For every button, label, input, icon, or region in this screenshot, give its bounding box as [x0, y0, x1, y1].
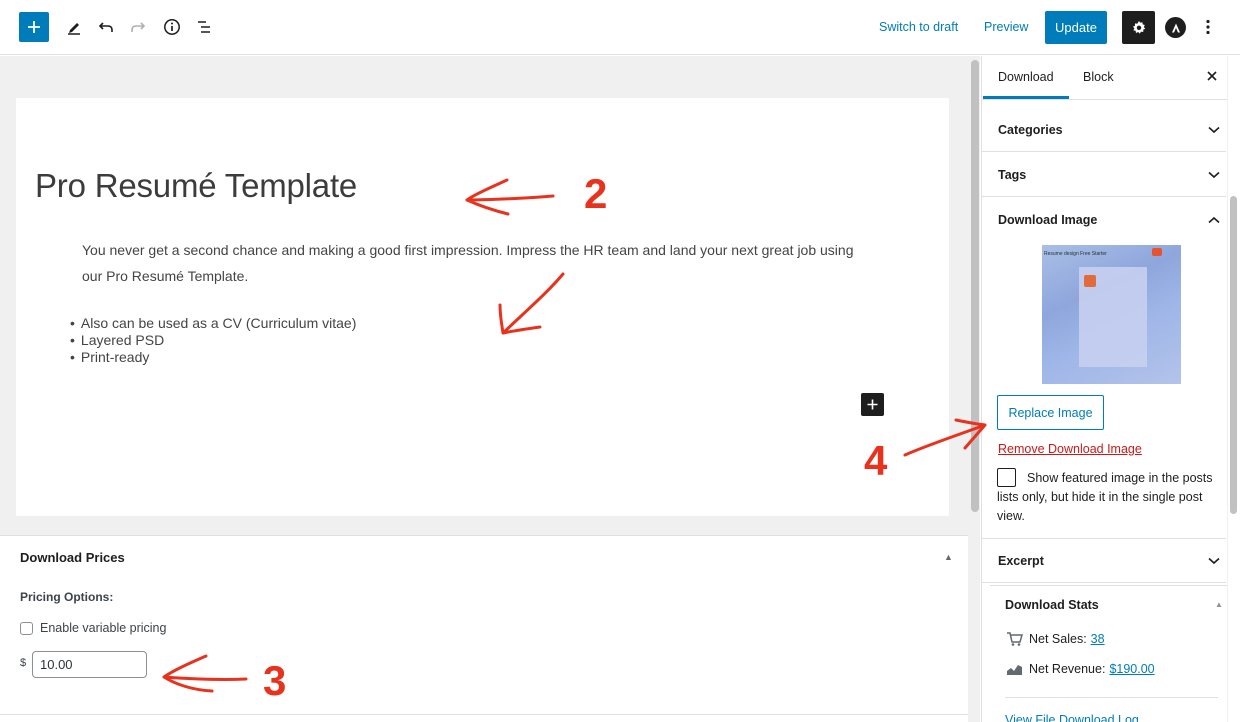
close-sidebar-button[interactable]: [1207, 68, 1217, 85]
net-revenue-label: Net Revenue:: [1029, 662, 1106, 676]
thumbnail-caption: Resume design Free Starter: [1044, 251, 1107, 257]
stats-divider: [1005, 697, 1218, 698]
tab-block[interactable]: Block: [1083, 70, 1114, 84]
list-view-icon: [198, 21, 210, 33]
variable-pricing-label[interactable]: Enable variable pricing: [40, 621, 166, 635]
metabox-divider: [0, 714, 968, 715]
chevron-up-icon[interactable]: [1207, 213, 1221, 227]
astra-icon: [1171, 23, 1180, 32]
astra-settings-button[interactable]: [1165, 17, 1186, 38]
annotation-number-2: 2: [584, 170, 608, 217]
undo-button[interactable]: [90, 12, 122, 42]
net-revenue-link[interactable]: $190.00: [1109, 662, 1154, 676]
redo-icon: [131, 22, 146, 32]
gear-icon: [1132, 20, 1145, 34]
list-view-button[interactable]: [188, 12, 220, 42]
chevron-down-icon[interactable]: [1207, 554, 1221, 568]
chevron-down-icon[interactable]: [1207, 168, 1221, 182]
categories-panel-title[interactable]: Categories: [998, 123, 1063, 137]
switch-to-draft-button[interactable]: Switch to draft: [879, 20, 958, 34]
collapse-caret-icon[interactable]: ▲: [944, 552, 953, 562]
annotation-number-3: 3: [263, 657, 287, 704]
pencil-icon: [68, 23, 80, 35]
close-icon: [1207, 71, 1217, 81]
details-button[interactable]: [156, 12, 188, 42]
list-item[interactable]: Layered PSD: [70, 332, 356, 349]
chart-icon: [1005, 662, 1023, 676]
block-inserter-button[interactable]: [19, 12, 49, 42]
download-image-thumbnail[interactable]: Resume design Free Starter: [1042, 245, 1181, 384]
chevron-down-icon[interactable]: [1207, 123, 1221, 137]
inline-block-inserter-button[interactable]: [861, 393, 884, 416]
thumbnail-logo: [1152, 248, 1162, 256]
preview-button[interactable]: Preview: [984, 20, 1028, 34]
pricing-options-label: Pricing Options:: [20, 590, 114, 604]
net-sales-link[interactable]: 38: [1091, 632, 1105, 646]
active-tab-indicator: [983, 96, 1069, 99]
net-sales-label: Net Sales:: [1029, 632, 1087, 646]
post-bullet-list[interactable]: Also can be used as a CV (Curriculum vit…: [70, 315, 356, 366]
download-stats-title[interactable]: Download Stats: [1005, 598, 1099, 612]
tags-panel-title[interactable]: Tags: [998, 168, 1026, 182]
replace-image-button[interactable]: Replace Image: [997, 395, 1104, 430]
update-button[interactable]: Update: [1045, 11, 1107, 44]
featured-image-label[interactable]: Show featured image in the posts lists o…: [997, 469, 1219, 526]
net-sales-row: Net Sales: 38: [1005, 632, 1105, 646]
editor-scrollbar-thumb[interactable]: [971, 60, 979, 512]
excerpt-panel-title[interactable]: Excerpt: [998, 554, 1044, 568]
variable-pricing-checkbox[interactable]: [20, 622, 33, 635]
file-download-log-link[interactable]: View File Download Log: [1005, 713, 1139, 722]
download-image-panel-title[interactable]: Download Image: [998, 213, 1097, 227]
info-icon: [164, 19, 180, 35]
thumbnail-photo: [1084, 275, 1096, 287]
list-item[interactable]: Also can be used as a CV (Curriculum vit…: [70, 315, 356, 332]
remove-download-image-link[interactable]: Remove Download Image: [998, 442, 1142, 456]
list-item[interactable]: Print-ready: [70, 349, 356, 366]
redo-button[interactable]: [122, 12, 154, 42]
tools-button[interactable]: [58, 12, 90, 42]
collapse-caret-icon[interactable]: ▲: [1215, 600, 1223, 609]
plus-icon: [28, 21, 40, 33]
net-revenue-row: Net Revenue: $190.00: [1005, 662, 1155, 676]
tab-download[interactable]: Download: [998, 70, 1054, 84]
cart-icon: [1005, 632, 1023, 646]
download-prices-title[interactable]: Download Prices: [20, 550, 125, 565]
sidebar-scrollbar-thumb[interactable]: [1230, 196, 1237, 514]
annotation-number-4: 4: [864, 437, 888, 484]
post-title[interactable]: Pro Resumé Template: [35, 167, 357, 205]
options-button[interactable]: [1200, 16, 1216, 38]
price-input[interactable]: [32, 651, 147, 678]
kebab-icon: [1206, 19, 1210, 35]
undo-icon: [98, 22, 113, 32]
plus-icon: [867, 399, 878, 410]
post-paragraph[interactable]: You never get a second chance and making…: [82, 237, 872, 289]
currency-symbol: $: [20, 657, 27, 669]
editor-canvas[interactable]: [16, 98, 949, 516]
settings-button[interactable]: [1122, 11, 1155, 44]
